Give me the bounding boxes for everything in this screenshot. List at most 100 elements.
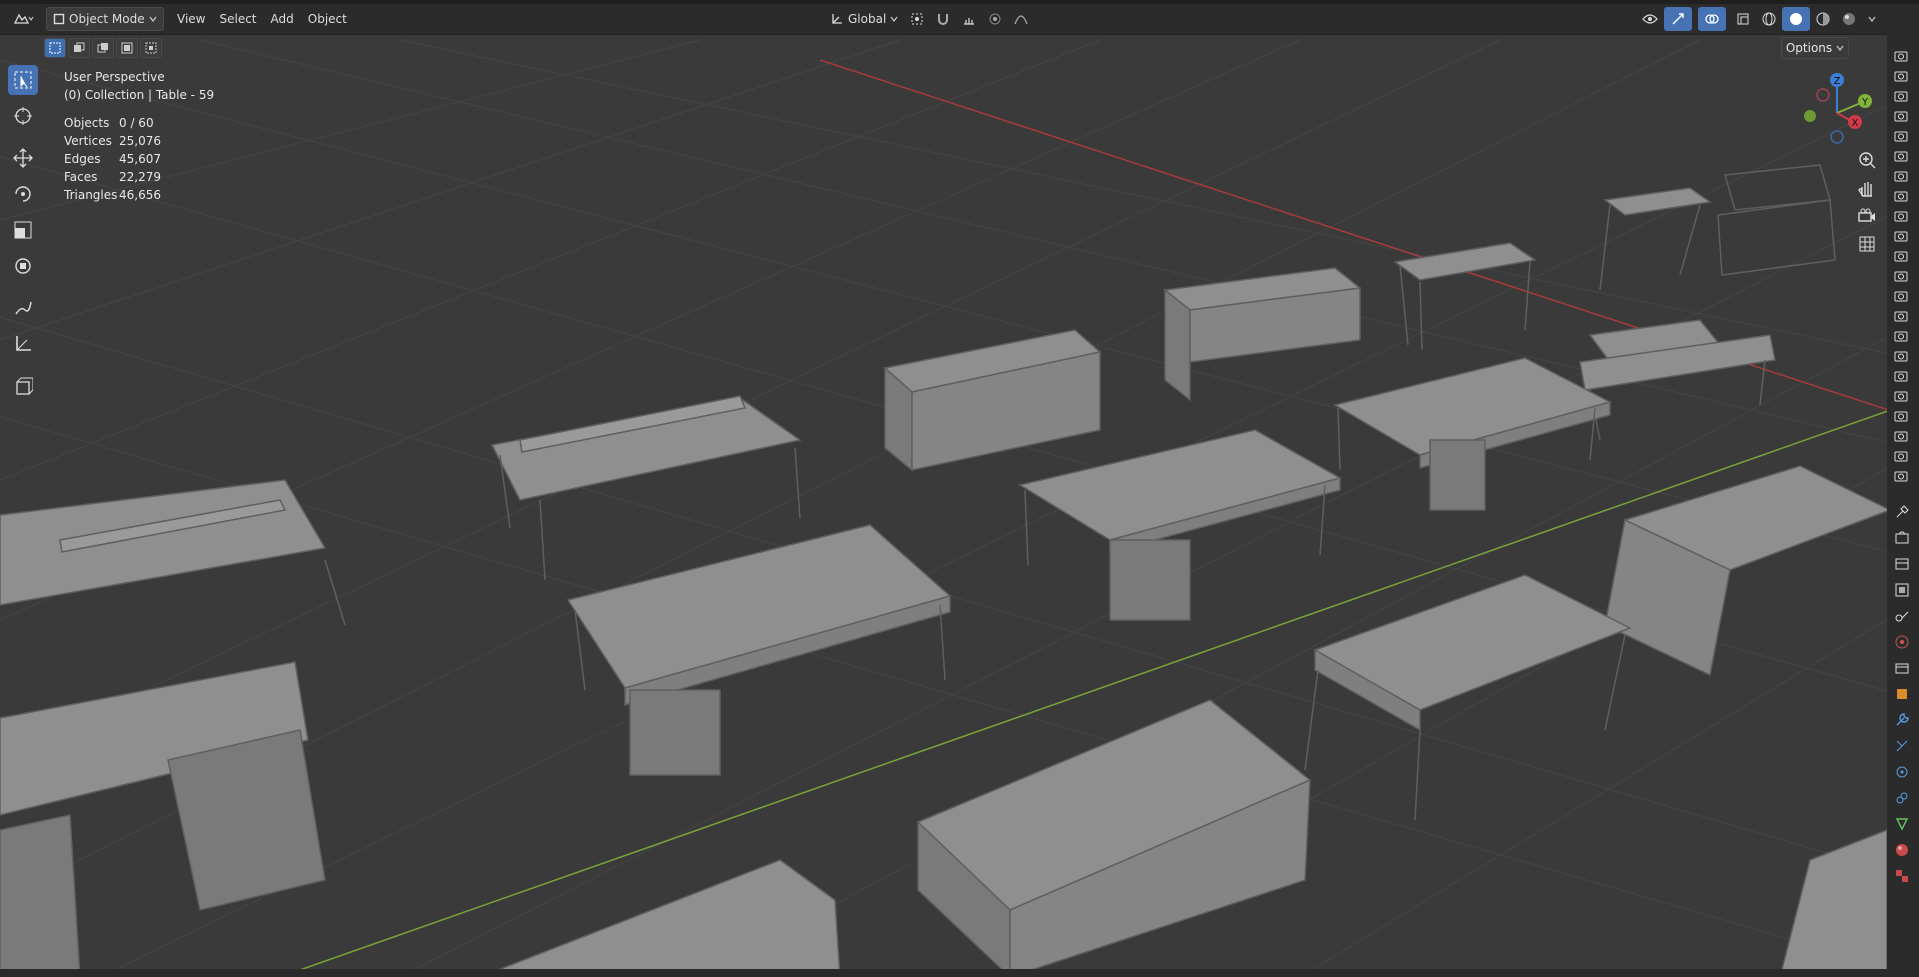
move-tool[interactable]: [8, 143, 38, 173]
stat-label: Faces: [64, 170, 98, 184]
scale-tool[interactable]: [8, 215, 38, 245]
navigation-gizmo[interactable]: Z Y X: [1785, 68, 1885, 148]
gizmo-neg-z[interactable]: [1830, 130, 1844, 144]
pivot-icon: [910, 12, 924, 26]
chevron-down-icon: [1868, 16, 1876, 22]
options-dropdown[interactable]: Options: [1781, 37, 1849, 59]
pan-hand-icon[interactable]: [1857, 178, 1877, 198]
camera-icon[interactable]: [1894, 168, 1908, 182]
camera-icon[interactable]: [1894, 368, 1908, 382]
chevron-down-icon: [1836, 45, 1844, 51]
camera-icon[interactable]: [1894, 48, 1908, 62]
camera-icon[interactable]: [1894, 468, 1908, 482]
add-cube-tool[interactable]: [8, 371, 38, 401]
particles-icon[interactable]: [1894, 738, 1910, 754]
mode-dropdown[interactable]: Object Mode: [46, 7, 164, 31]
collection-info: (0) Collection | Table - 59: [64, 88, 215, 102]
select-box-tool[interactable]: [8, 65, 38, 95]
view-layer-icon[interactable]: [1894, 582, 1910, 598]
object-data-icon[interactable]: [1894, 816, 1910, 832]
camera-icon[interactable]: [1894, 228, 1908, 242]
cube-add-icon: [13, 376, 33, 396]
rotate-tool[interactable]: [8, 179, 38, 209]
camera-view-icon[interactable]: [1857, 206, 1877, 226]
wireframe-sphere-icon: [1762, 12, 1776, 26]
editor-type-button[interactable]: [12, 8, 34, 30]
camera-icon[interactable]: [1894, 288, 1908, 302]
world-properties-icon[interactable]: [1894, 634, 1910, 650]
gizmo-toggle[interactable]: [1664, 7, 1692, 31]
camera-icon[interactable]: [1894, 68, 1908, 82]
camera-icon[interactable]: [1894, 148, 1908, 162]
camera-icon[interactable]: [1894, 308, 1908, 322]
shading-solid-button[interactable]: [1782, 7, 1810, 31]
tool-shelf: [8, 65, 38, 401]
camera-icon[interactable]: [1894, 408, 1908, 422]
overlays-toggle[interactable]: [1698, 7, 1726, 31]
material-properties-icon[interactable]: [1894, 842, 1910, 858]
menu-view[interactable]: View: [170, 8, 212, 30]
transform-tool[interactable]: [8, 251, 38, 281]
render-properties-icon[interactable]: [1894, 530, 1910, 546]
shading-wireframe-button[interactable]: [1756, 8, 1782, 30]
object-properties-icon[interactable]: [1894, 686, 1910, 702]
snap-toggle[interactable]: [930, 8, 956, 30]
menu-object[interactable]: Object: [301, 8, 354, 30]
tool-settings-icon[interactable]: [1894, 504, 1910, 520]
zoom-icon[interactable]: [1857, 150, 1877, 170]
snap-target-button[interactable]: [956, 8, 982, 30]
texture-properties-icon[interactable]: [1894, 868, 1910, 884]
menu-select[interactable]: Select: [212, 8, 263, 30]
xray-toggle[interactable]: [1730, 8, 1756, 30]
scene-properties-icon[interactable]: [1894, 608, 1910, 624]
camera-icon[interactable]: [1894, 348, 1908, 362]
camera-icon[interactable]: [1894, 188, 1908, 202]
camera-icon[interactable]: [1894, 108, 1908, 122]
camera-icon[interactable]: [1894, 328, 1908, 342]
proportional-editing-toggle[interactable]: [982, 8, 1008, 30]
select-new-button[interactable]: [44, 38, 66, 58]
annotate-tool[interactable]: [8, 293, 38, 323]
camera-icon[interactable]: [1894, 428, 1908, 442]
pivot-point-button[interactable]: [904, 8, 930, 30]
scale-icon: [13, 220, 33, 240]
transform-orientation-dropdown[interactable]: Global: [824, 8, 904, 30]
select-invert-button[interactable]: [116, 38, 138, 58]
collection-properties-icon[interactable]: [1894, 660, 1910, 676]
shading-rendered-button[interactable]: [1836, 8, 1862, 30]
menu-add[interactable]: Add: [264, 8, 301, 30]
status-bar: [0, 969, 1919, 977]
select-subtract-button[interactable]: [92, 38, 114, 58]
stat-row: Triangles 46,656: [64, 186, 161, 204]
cursor-tool[interactable]: [8, 101, 38, 131]
physics-icon[interactable]: [1894, 764, 1910, 780]
gizmo-icon: [1671, 12, 1685, 26]
modifier-wrench-icon[interactable]: [1894, 712, 1910, 728]
stat-value: 45,607: [119, 152, 161, 166]
stat-label: Vertices: [64, 134, 112, 148]
gizmo-neg-x[interactable]: [1816, 88, 1830, 102]
output-properties-icon[interactable]: [1894, 556, 1910, 572]
camera-icon[interactable]: [1894, 208, 1908, 222]
mode-label: Object Mode: [69, 12, 145, 26]
properties-tabs: [1894, 504, 1910, 884]
gizmo-neg-y[interactable]: [1804, 110, 1816, 122]
camera-icon[interactable]: [1894, 248, 1908, 262]
shading-options-button[interactable]: [1862, 8, 1882, 30]
camera-icon[interactable]: [1894, 268, 1908, 282]
constraints-icon[interactable]: [1894, 790, 1910, 806]
camera-icon[interactable]: [1894, 388, 1908, 402]
3d-viewport[interactable]: [0, 0, 1919, 977]
stat-label: Objects: [64, 116, 110, 130]
camera-icon[interactable]: [1894, 88, 1908, 102]
visibility-button[interactable]: [1636, 8, 1664, 30]
grid-ortho-icon[interactable]: [1857, 234, 1877, 254]
select-extend-button[interactable]: [68, 38, 90, 58]
camera-icon[interactable]: [1894, 128, 1908, 142]
select-intersect-button[interactable]: [140, 38, 162, 58]
proportional-edit-icon: [988, 12, 1002, 26]
camera-icon[interactable]: [1894, 448, 1908, 462]
falloff-button[interactable]: [1008, 8, 1034, 30]
measure-tool[interactable]: [8, 329, 38, 359]
shading-material-button[interactable]: [1810, 8, 1836, 30]
